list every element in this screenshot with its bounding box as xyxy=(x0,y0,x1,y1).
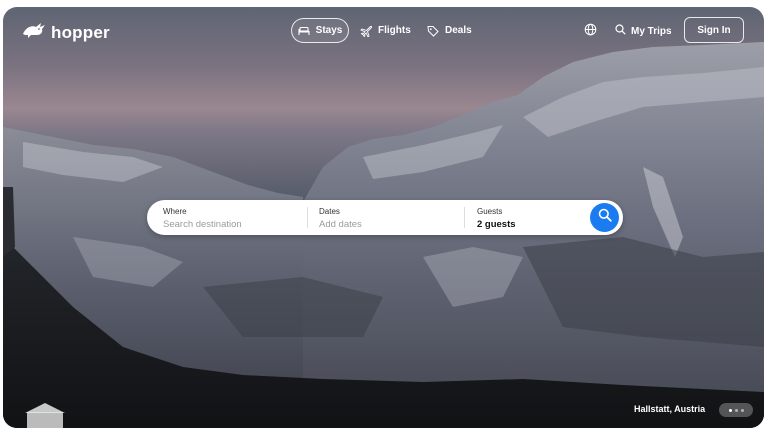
hero-frame: hopper Stays Flights Deals My Trips Sign… xyxy=(3,7,764,428)
tab-label: Flights xyxy=(378,25,411,36)
tag-icon xyxy=(427,25,439,37)
where-placeholder: Search destination xyxy=(163,219,242,230)
where-field[interactable]: Where Search destination xyxy=(163,200,303,235)
bed-icon xyxy=(298,26,310,36)
globe-icon[interactable] xyxy=(584,23,597,41)
sign-in-button[interactable]: Sign In xyxy=(684,17,744,43)
field-divider xyxy=(307,207,308,228)
where-label: Where xyxy=(163,207,187,216)
carousel-dot[interactable] xyxy=(740,408,744,412)
carousel-indicator[interactable] xyxy=(719,403,753,417)
guests-label: Guests xyxy=(477,207,503,216)
tab-stays[interactable]: Stays xyxy=(291,18,349,43)
my-trips-label: My Trips xyxy=(631,25,672,37)
airplane-icon xyxy=(360,25,372,37)
search-button[interactable] xyxy=(590,203,619,232)
search-icon xyxy=(615,24,626,38)
tab-label: Stays xyxy=(315,25,343,36)
dates-placeholder: Add dates xyxy=(319,219,362,230)
field-divider xyxy=(464,207,465,228)
guests-value: 2 guests xyxy=(477,219,516,230)
top-navigation: hopper Stays Flights Deals My Trips Sign… xyxy=(3,7,764,55)
guests-field[interactable]: Guests 2 guests xyxy=(477,200,587,235)
brand-name: hopper xyxy=(51,22,110,42)
tab-flights[interactable]: Flights xyxy=(360,18,411,43)
carousel-dot[interactable] xyxy=(734,408,738,412)
bunny-icon xyxy=(21,21,47,44)
tab-deals[interactable]: Deals xyxy=(427,18,472,43)
my-trips-link[interactable]: My Trips xyxy=(615,24,672,38)
stay-search-bar: Where Search destination Dates Add dates… xyxy=(147,200,623,235)
dates-field[interactable]: Dates Add dates xyxy=(319,200,459,235)
dates-label: Dates xyxy=(319,207,340,216)
photo-location-caption: Hallstatt, Austria xyxy=(634,404,706,414)
tab-label: Deals xyxy=(445,25,472,36)
hopper-logo[interactable]: hopper xyxy=(21,21,110,44)
search-icon xyxy=(598,208,612,227)
carousel-dot[interactable] xyxy=(728,408,732,412)
